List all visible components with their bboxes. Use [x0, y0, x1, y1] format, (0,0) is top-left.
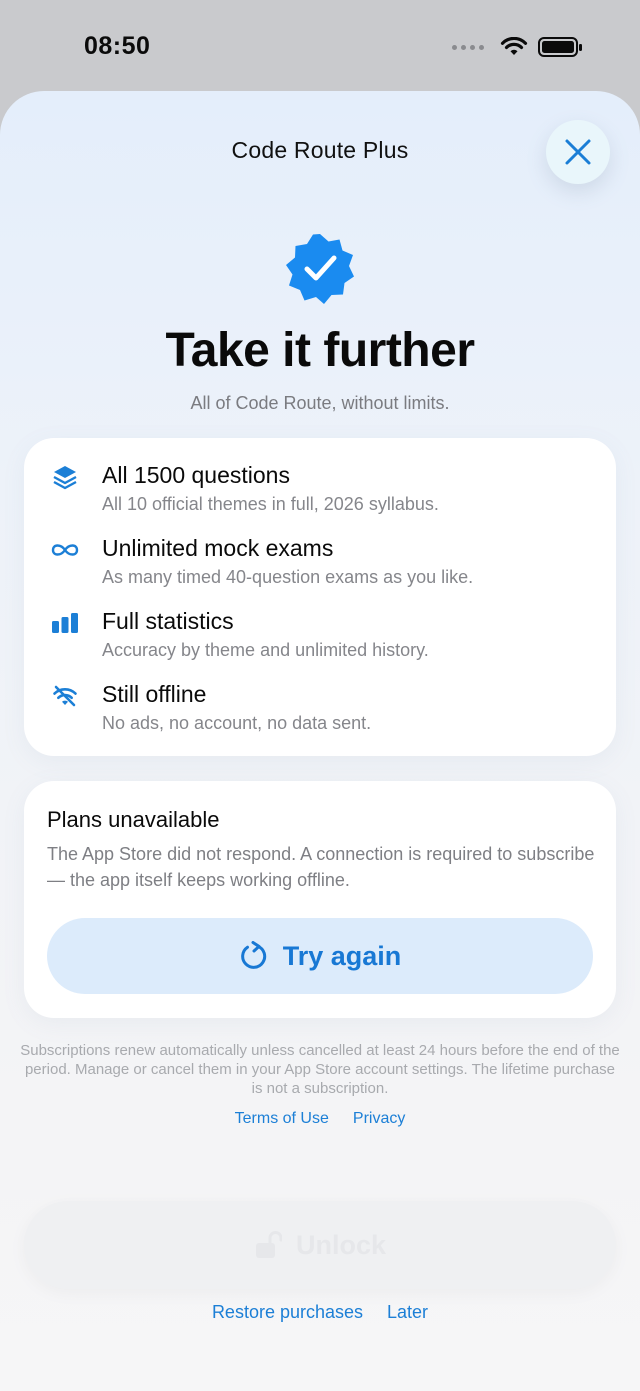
unlock-icon [255, 1231, 282, 1258]
feature-item-offline: Still offline No ads, no account, no dat… [24, 681, 616, 743]
terms-of-use-link[interactable]: Terms of Use [235, 1110, 329, 1128]
infinity-icon [50, 537, 80, 563]
close-icon [565, 139, 591, 165]
restore-purchases-link[interactable]: Restore purchases [212, 1302, 363, 1323]
feature-description: Accuracy by theme and unlimited history. [102, 640, 429, 660]
plans-message: The App Store did not respond. A connect… [47, 844, 595, 890]
bar-chart-icon [50, 610, 80, 636]
try-again-label: Try again [282, 940, 402, 971]
status-bar: 08:50 [0, 0, 640, 92]
plans-title: Plans unavailable [47, 807, 220, 832]
cellular-signal-icon [452, 44, 484, 50]
hero-subtitle: All of Code Route, without limits. [190, 393, 450, 413]
hero-title: Take it further [165, 324, 476, 377]
paywall-sheet: Code Route Plus Take it further All of C… [0, 91, 640, 1391]
close-button[interactable] [546, 120, 610, 184]
status-icons [452, 36, 584, 58]
feature-title: Unlimited mock exams [102, 535, 334, 561]
wifi-icon [500, 37, 528, 55]
feature-description: No ads, no account, no data sent. [102, 713, 372, 733]
plans-card: Plans unavailable The App Store did not … [24, 781, 616, 1018]
legal-text: Subscriptions renew automatically unless… [20, 1042, 620, 1097]
privacy-link[interactable]: Privacy [353, 1110, 405, 1128]
feature-title: All 1500 questions [102, 462, 290, 488]
wifi-off-icon [50, 683, 80, 709]
feature-description: All 10 official themes in full, 2026 syl… [102, 494, 439, 514]
unlock-button[interactable]: Unlock [24, 1201, 616, 1289]
later-link[interactable]: Later [387, 1302, 428, 1323]
features-card: All 1500 questions All 10 official theme… [24, 438, 616, 756]
feature-title: Full statistics [102, 608, 234, 634]
legal-links: Terms of Use Privacy [0, 1110, 640, 1128]
feature-description: As many timed 40-question exams as you l… [102, 567, 474, 587]
feature-item-questions: All 1500 questions All 10 official theme… [24, 462, 616, 524]
sheet-title: Code Route Plus [231, 137, 409, 163]
unlock-label: Unlock [295, 1229, 387, 1260]
verified-badge-icon [286, 234, 354, 304]
refresh-icon [240, 941, 266, 969]
feature-title: Still offline [102, 681, 207, 707]
feature-item-mock-exams: Unlimited mock exams As many timed 40-qu… [24, 535, 616, 597]
battery-icon [538, 37, 582, 57]
layers-icon [50, 464, 80, 490]
footer-links: Restore purchases Later [0, 1302, 640, 1323]
try-again-button[interactable]: Try again [47, 918, 593, 994]
status-time: 08:50 [84, 32, 151, 60]
feature-item-statistics: Full statistics Accuracy by theme and un… [24, 608, 616, 670]
